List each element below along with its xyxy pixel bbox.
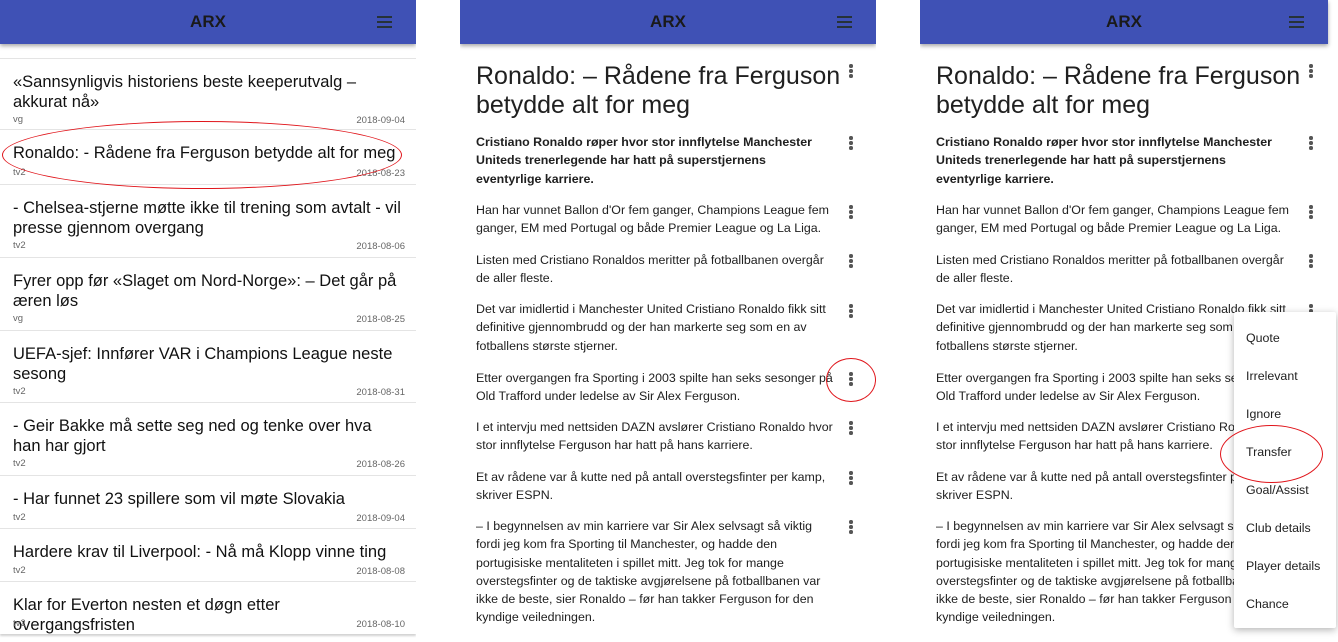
more-vert-icon[interactable] <box>1306 64 1316 78</box>
app-bar: ARX <box>920 0 1328 44</box>
news-title: - Chelsea-stjerne møtte ikke til trening… <box>13 199 401 237</box>
app-bar: ARX <box>0 0 416 44</box>
news-title: UEFA-sjef: Innfører VAR i Champions Leag… <box>13 345 393 383</box>
menu-item-ignore[interactable]: Ignore <box>1246 407 1281 421</box>
news-date: 2018-08-26 <box>356 459 405 470</box>
more-vert-icon[interactable] <box>846 136 856 150</box>
menu-item-irrelevant[interactable]: Irrelevant <box>1246 369 1298 383</box>
menu-item-transfer[interactable]: Transfer <box>1246 445 1292 459</box>
news-list-screen: ARX «Sannsynligvis historiens beste keep… <box>0 0 416 642</box>
hamburger-menu-icon[interactable] <box>837 16 852 28</box>
article-title: Ronaldo: – Rådene fra Ferguson betydde a… <box>936 62 1301 119</box>
news-card[interactable]: UEFA-sjef: Innfører VAR i Champions Leag… <box>0 330 416 402</box>
hamburger-menu-icon[interactable] <box>1289 16 1304 28</box>
news-source: tv2 <box>13 618 26 629</box>
more-vert-icon[interactable] <box>846 471 856 485</box>
news-source: tv2 <box>13 458 26 469</box>
news-source: tv2 <box>13 512 26 523</box>
news-date: 2018-08-31 <box>356 387 405 398</box>
more-vert-icon[interactable] <box>846 64 856 78</box>
menu-item-chance[interactable]: Chance <box>1246 597 1289 611</box>
article-paragraph[interactable]: Et av rådene var å kutte ned på antall o… <box>476 468 838 505</box>
more-vert-icon[interactable] <box>846 254 856 268</box>
news-date: 2018-09-04 <box>356 115 405 126</box>
news-title: «Sannsynligvis historiens beste keeperut… <box>13 73 357 111</box>
article-title: Ronaldo: – Rådene fra Ferguson betydde a… <box>476 62 841 119</box>
more-vert-icon[interactable] <box>1306 205 1316 219</box>
news-source: tv2 <box>13 565 26 576</box>
annotation-context-menu: Quote Irrelevant Ignore Transfer Goal/As… <box>1234 312 1336 628</box>
more-vert-icon[interactable] <box>846 520 856 534</box>
news-source: tv2 <box>13 240 26 251</box>
article-paragraph[interactable]: – I begynnelsen av min karriere var Sir … <box>476 517 838 627</box>
article-paragraph[interactable]: Listen med Cristiano Ronaldos meritter p… <box>936 251 1292 288</box>
article-paragraph[interactable]: I et intervju med nettsiden DAZN avsløre… <box>476 418 838 455</box>
app-title: ARX <box>1106 12 1142 31</box>
more-vert-icon[interactable] <box>1306 136 1316 150</box>
news-card[interactable]: Hardere krav til Liverpool: - Nå må Klop… <box>0 528 416 581</box>
article-lead[interactable]: Cristiano Ronaldo røper hvor stor innfly… <box>476 133 826 188</box>
news-title: - Har funnet 23 spillere som vil møte Sl… <box>13 490 345 508</box>
article-paragraph[interactable]: Han har vunnet Ballon d'Or fem ganger, C… <box>476 201 832 238</box>
article-screen: ARX Ronaldo: – Rådene fra Ferguson betyd… <box>460 0 876 642</box>
news-source: vg <box>13 313 24 324</box>
news-title: Fyrer opp før «Slaget om Nord-Norge»: – … <box>13 272 397 310</box>
news-date: 2018-08-10 <box>356 619 405 630</box>
app-title: ARX <box>190 12 226 31</box>
news-title: Hardere krav til Liverpool: - Nå må Klop… <box>13 543 387 561</box>
more-vert-icon[interactable] <box>846 205 856 219</box>
news-source: tv2 <box>13 386 26 397</box>
news-list: «Sannsynligvis historiens beste keeperut… <box>0 58 416 634</box>
article-lead[interactable]: Cristiano Ronaldo røper hvor stor innfly… <box>936 133 1286 188</box>
news-card[interactable]: Klar for Everton nesten et døgn etter ov… <box>0 581 416 634</box>
more-vert-icon[interactable] <box>846 421 856 435</box>
article-paragraph[interactable]: Han har vunnet Ballon d'Or fem ganger, C… <box>936 201 1292 238</box>
news-card[interactable]: - Geir Bakke må sette seg ned og tenke o… <box>0 402 416 475</box>
news-card[interactable]: - Chelsea-stjerne møtte ikke til trening… <box>0 184 416 257</box>
hamburger-menu-icon[interactable] <box>377 16 392 28</box>
menu-item-quote[interactable]: Quote <box>1246 331 1280 345</box>
more-vert-icon[interactable] <box>1306 254 1316 268</box>
news-date: 2018-08-25 <box>356 314 405 325</box>
menu-item-goal-assist[interactable]: Goal/Assist <box>1246 483 1309 497</box>
more-vert-icon[interactable] <box>846 372 856 386</box>
news-source: vg <box>13 114 24 125</box>
news-title: Klar for Everton nesten et døgn etter ov… <box>13 596 280 634</box>
news-source: tv2 <box>13 167 26 178</box>
article-paragraph[interactable]: Listen med Cristiano Ronaldos meritter p… <box>476 251 832 288</box>
article: Ronaldo: – Rådene fra Ferguson betydde a… <box>936 62 1316 624</box>
more-vert-icon[interactable] <box>846 304 856 318</box>
news-title: - Geir Bakke må sette seg ned og tenke o… <box>13 417 372 455</box>
app-bar: ARX <box>460 0 876 44</box>
article: Ronaldo: – Rådene fra Ferguson betydde a… <box>476 62 856 624</box>
news-date: 2018-08-23 <box>356 168 405 179</box>
news-card[interactable]: - Har funnet 23 spillere som vil møte Sl… <box>0 475 416 528</box>
news-card[interactable]: Ronaldo: - Rådene fra Ferguson betydde a… <box>0 129 416 184</box>
menu-item-club-details[interactable]: Club details <box>1246 521 1311 535</box>
menu-item-player-details[interactable]: Player details <box>1246 559 1320 573</box>
news-date: 2018-09-04 <box>356 513 405 524</box>
article-paragraph[interactable]: Det var imidlertid i Manchester United C… <box>476 300 838 355</box>
news-title: Ronaldo: - Rådene fra Ferguson betydde a… <box>13 144 396 162</box>
news-date: 2018-08-08 <box>356 566 405 577</box>
article-paragraph[interactable]: Etter overgangen fra Sporting i 2003 spi… <box>476 369 838 406</box>
news-card[interactable]: «Sannsynligvis historiens beste keeperut… <box>0 58 416 129</box>
news-date: 2018-08-06 <box>356 241 405 252</box>
news-card[interactable]: Fyrer opp før «Slaget om Nord-Norge»: – … <box>0 257 416 330</box>
app-title: ARX <box>650 12 686 31</box>
